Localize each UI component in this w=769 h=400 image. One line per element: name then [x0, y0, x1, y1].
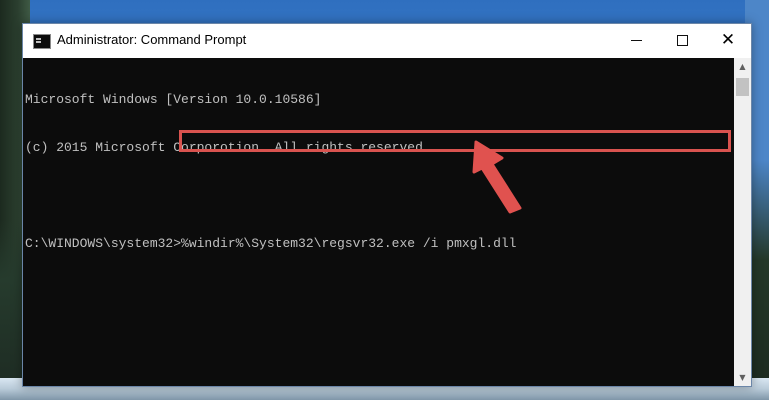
minimize-icon — [630, 39, 642, 41]
scroll-down-arrow-icon[interactable]: ▼ — [734, 369, 751, 386]
close-icon: ✕ — [720, 29, 736, 50]
maximize-button[interactable] — [659, 24, 705, 56]
command-highlight-box — [179, 130, 731, 152]
window-title: Administrator: Command Prompt — [57, 32, 247, 47]
console-command-line[interactable]: C:\WINDOWS\system32>%windir%\System32\re… — [25, 236, 516, 252]
console-line: Microsoft Windows [Version 10.0.10586] — [25, 92, 322, 107]
scroll-up-arrow-icon[interactable]: ▲ — [734, 58, 751, 75]
console-output: Microsoft Windows [Version 10.0.10586] (… — [25, 60, 516, 284]
command-prompt-icon — [33, 34, 51, 49]
red-arrow-icon — [472, 140, 522, 214]
maximize-icon — [676, 34, 688, 46]
console-area[interactable]: Microsoft Windows [Version 10.0.10586] (… — [23, 58, 734, 386]
title-bar[interactable]: Administrator: Command Prompt ✕ — [23, 24, 751, 58]
close-button[interactable]: ✕ — [705, 24, 751, 56]
vertical-scrollbar[interactable]: ▲ ▼ — [734, 58, 751, 386]
minimize-button[interactable] — [613, 24, 659, 56]
command-prompt-window: Administrator: Command Prompt ✕ Microsof… — [22, 23, 752, 387]
scroll-thumb[interactable] — [736, 78, 749, 96]
